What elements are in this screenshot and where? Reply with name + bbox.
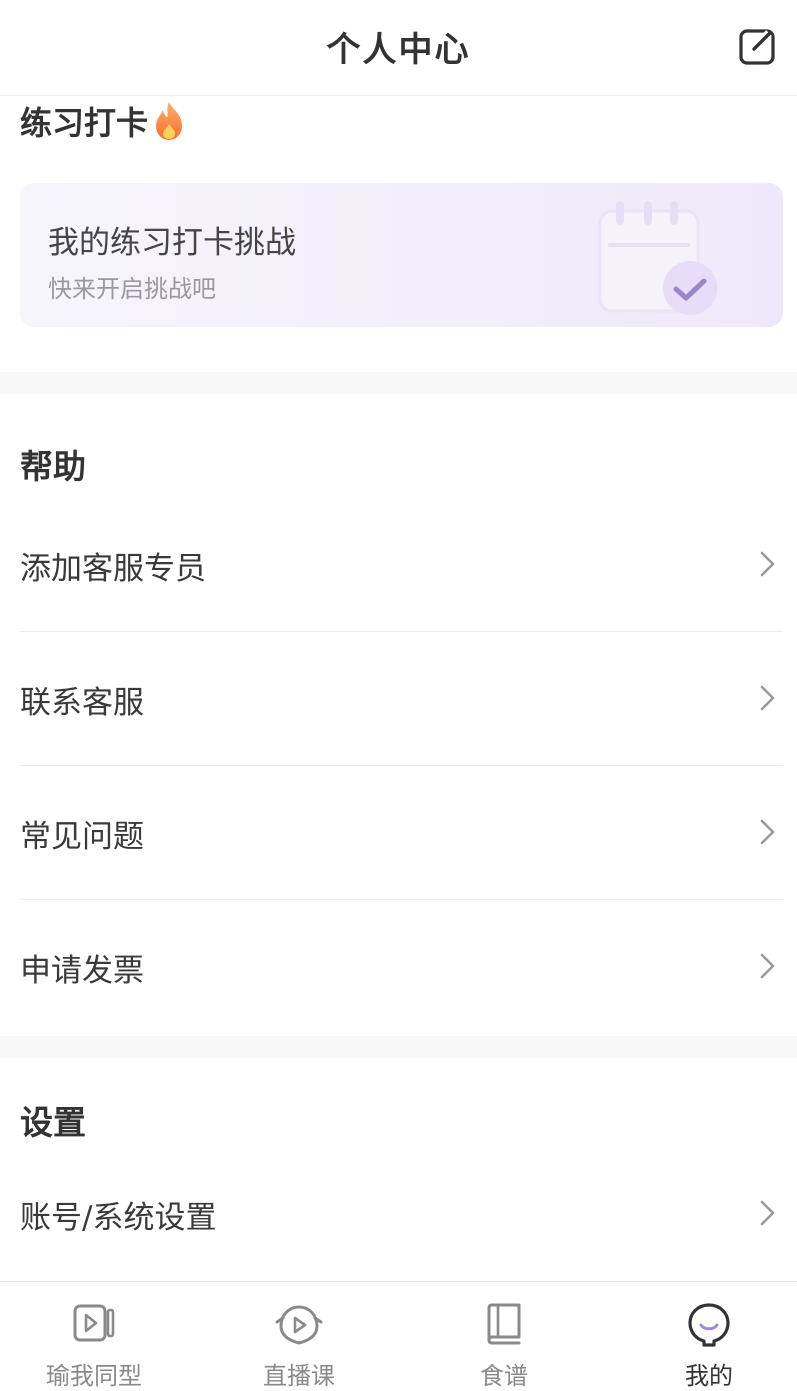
fire-icon (156, 102, 183, 140)
tab-mine[interactable]: 我的 (609, 1282, 797, 1390)
live-play-icon (275, 1305, 323, 1345)
checkin-section-title: 练习打卡 (20, 98, 186, 144)
help-item-label: 添加客服专员 (20, 551, 206, 587)
video-icon (73, 1304, 115, 1342)
header: 个人中心 (0, 0, 797, 96)
help-item-label: 联系客服 (20, 685, 144, 721)
challenge-card-subtitle: 快来开启挑战吧 (48, 275, 216, 303)
tab-live-class[interactable]: 直播课 (199, 1282, 399, 1390)
help-item-invoice[interactable]: 申请发票 (20, 900, 783, 1034)
tab-yoga-same[interactable]: 瑜我同型 (0, 1282, 194, 1390)
edit-icon[interactable] (739, 25, 777, 65)
checkin-title-text: 练习打卡 (20, 104, 149, 142)
calendar-check-icon (598, 201, 717, 315)
settings-item-label: 账号/系统设置 (20, 1200, 217, 1236)
chevron-right-icon (760, 685, 775, 711)
chevron-right-icon (760, 551, 775, 577)
checkin-challenge-card[interactable]: 我的练习打卡挑战 快来开启挑战吧 (20, 183, 783, 327)
help-item-faq[interactable]: 常见问题 (20, 766, 783, 900)
tab-recipes[interactable]: 食谱 (404, 1282, 604, 1390)
chevron-right-icon (760, 1200, 775, 1226)
page-title: 个人中心 (326, 30, 471, 70)
help-section-title: 帮助 (20, 447, 86, 486)
chevron-right-icon (760, 953, 775, 979)
chevron-right-icon (760, 819, 775, 845)
settings-section-title: 设置 (20, 1103, 86, 1142)
help-item-label: 申请发票 (20, 953, 144, 989)
section-divider (0, 372, 797, 394)
help-item-label: 常见问题 (20, 819, 144, 855)
face-icon (688, 1303, 730, 1347)
help-item-contact-service[interactable]: 联系客服 (20, 632, 783, 766)
section-divider (0, 1036, 797, 1058)
settings-item-account[interactable]: 账号/系统设置 (20, 1147, 783, 1281)
book-icon (487, 1303, 521, 1345)
help-item-add-service[interactable]: 添加客服专员 (20, 498, 783, 632)
bottom-tab-bar: 瑜我同型 直播课 食谱 我的 (0, 1281, 797, 1390)
challenge-card-title: 我的练习打卡挑战 (48, 225, 296, 261)
